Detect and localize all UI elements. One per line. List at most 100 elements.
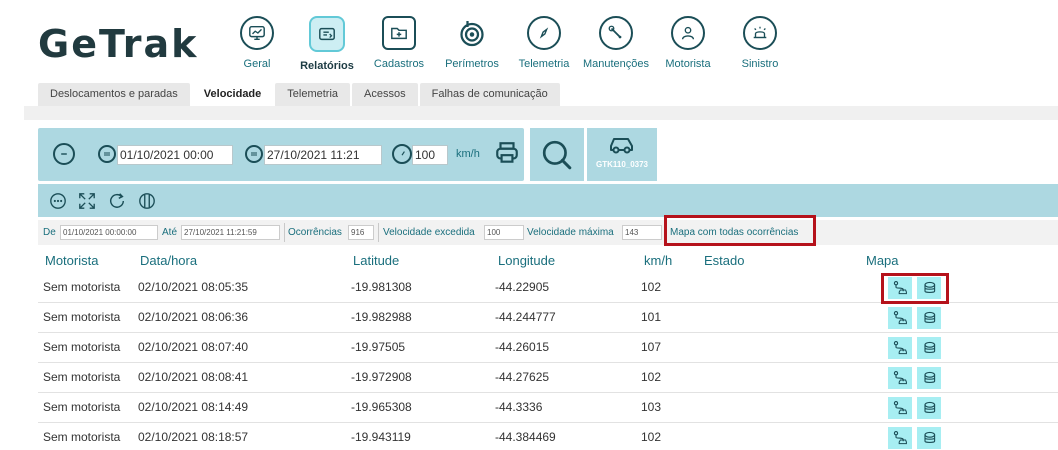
table-row[interactable]: Sem motorista 02/10/2021 08:07:40 -19.9750… [38,333,1058,363]
driver-icon [671,16,705,50]
nav-label: Telemetria [518,58,570,70]
more-options-icon[interactable] [49,192,67,210]
cell-kmh: 102 [641,370,662,384]
columns-icon[interactable] [138,192,156,210]
cell-datahora: 02/10/2021 08:18:57 [138,430,249,444]
cell-kmh: 101 [641,310,662,324]
col-header-kmh[interactable]: km/h [644,253,672,268]
route-map-button[interactable] [888,397,912,419]
vel-maxima-value: 143 [622,225,662,240]
route-car-icon [893,401,907,415]
location-map-button[interactable] [917,337,941,359]
col-header-longitude[interactable]: Longitude [498,253,555,268]
cell-longitude: -44.244777 [495,310,556,324]
col-header-latitude[interactable]: Latitude [353,253,399,268]
siren-icon [743,16,777,50]
route-map-button[interactable] [888,427,912,449]
divider [378,223,379,242]
table-row[interactable]: Sem motorista 02/10/2021 08:18:57 -19.9431… [38,423,1058,450]
car-icon [610,138,633,154]
app-logo: GeTrak [38,22,199,66]
filter-panel: 01/10/2021 00:00 27/10/2021 11:21 100 km… [38,128,524,181]
cell-longitude: -44.27625 [495,370,550,384]
report-icon [309,16,345,52]
table-row[interactable]: Sem motorista 02/10/2021 08:06:36 -19.9829… [38,303,1058,333]
nav-cadastros[interactable]: Cadastros [359,16,439,70]
vel-excedida-label: Velocidade excedida [383,227,475,238]
nav-label: Motorista [665,58,711,70]
nav-geral[interactable]: Geral [217,16,297,70]
nav-relatorios[interactable]: Relatórios [287,16,367,72]
date-from-input[interactable]: 01/10/2021 00:00 [117,145,233,165]
route-car-icon [893,341,907,355]
ate-label: Até [162,227,178,238]
cell-datahora: 02/10/2021 08:05:35 [138,280,249,294]
nav-motorista[interactable]: Motorista [648,16,728,70]
refresh-icon[interactable] [108,192,126,210]
cell-motorista: Sem motorista [43,370,121,384]
nav-label: Cadastros [373,58,425,70]
nav-label: Manutenções [582,58,650,70]
summary-bar: De 01/10/2021 00:00:00 Até 27/10/2021 11… [38,220,1058,245]
folder-plus-icon [382,16,416,50]
tab-velocidade[interactable]: Velocidade [191,83,274,106]
calendar-to-icon [245,145,263,163]
ocorrencias-value: 916 [348,225,374,240]
date-to-input[interactable]: 27/10/2021 11:21 [264,145,382,165]
cell-longitude: -44.22905 [495,280,550,294]
route-car-icon [893,311,907,325]
route-map-button[interactable] [888,337,912,359]
cell-longitude: -44.26015 [495,340,550,354]
speed-limit-input[interactable]: 100 [412,145,448,165]
col-header-estado[interactable]: Estado [704,253,744,268]
target-icon [455,16,489,50]
nav-sinistro[interactable]: Sinistro [720,16,800,70]
route-map-button[interactable] [888,307,912,329]
table-row[interactable]: Sem motorista 02/10/2021 08:05:35 -19.9813… [38,273,1058,303]
tab-telemetria[interactable]: Telemetria [275,83,351,106]
location-map-button[interactable] [917,397,941,419]
route-car-icon [893,431,907,445]
map-all-occurrences-link[interactable]: Mapa com todas ocorrências [666,223,802,242]
cell-latitude: -19.972908 [351,370,412,384]
report-subtabs: Deslocamentos e paradas Velocidade Telem… [38,83,562,106]
table-row[interactable]: Sem motorista 02/10/2021 08:08:41 -19.9729… [38,363,1058,393]
location-map-button[interactable] [917,367,941,389]
nav-manutencoes[interactable]: Manutenções [576,16,656,70]
route-map-button[interactable] [888,277,912,299]
route-map-button[interactable] [888,367,912,389]
speed-unit-label: km/h [456,148,480,160]
vel-excedida-value: 100 [484,225,524,240]
stack-icon [924,371,936,383]
cell-latitude: -19.943119 [351,430,411,444]
nav-perimetros[interactable]: Perímetros [432,16,512,70]
vehicle-selector[interactable]: GTK110_0373 [587,128,657,181]
cell-motorista: Sem motorista [43,340,121,354]
location-map-button[interactable] [917,427,941,449]
tab-falhas[interactable]: Falhas de comunicação [419,83,560,106]
tab-deslocamentos[interactable]: Deslocamentos e paradas [38,83,190,106]
nav-label: Perímetros [445,58,499,70]
location-map-button[interactable] [917,307,941,329]
location-map-button[interactable] [917,277,941,299]
cell-datahora: 02/10/2021 08:08:41 [138,370,249,384]
search-icon [542,140,572,169]
vel-maxima-label: Velocidade máxima [527,227,614,238]
monitor-icon [240,16,274,50]
print-icon[interactable] [494,140,520,171]
col-header-datahora[interactable]: Data/hora [140,253,197,268]
search-button[interactable] [530,128,584,181]
cell-motorista: Sem motorista [43,280,121,294]
alarm-clock-icon[interactable] [53,143,75,165]
report-toolbar [38,184,1058,217]
nav-label: Geral [243,58,271,70]
fullscreen-icon[interactable] [78,192,96,210]
table-row[interactable]: Sem motorista 02/10/2021 08:14:49 -19.9653… [38,393,1058,423]
cell-latitude: -19.965308 [351,400,412,414]
col-header-motorista[interactable]: Motorista [45,253,98,268]
vehicle-plate: GTK110_0373 [595,160,649,169]
nav-telemetria[interactable]: Telemetria [504,16,584,70]
cell-datahora: 02/10/2021 08:07:40 [138,340,249,354]
de-value: 01/10/2021 00:00:00 [60,225,158,240]
tab-acessos[interactable]: Acessos [352,83,418,106]
